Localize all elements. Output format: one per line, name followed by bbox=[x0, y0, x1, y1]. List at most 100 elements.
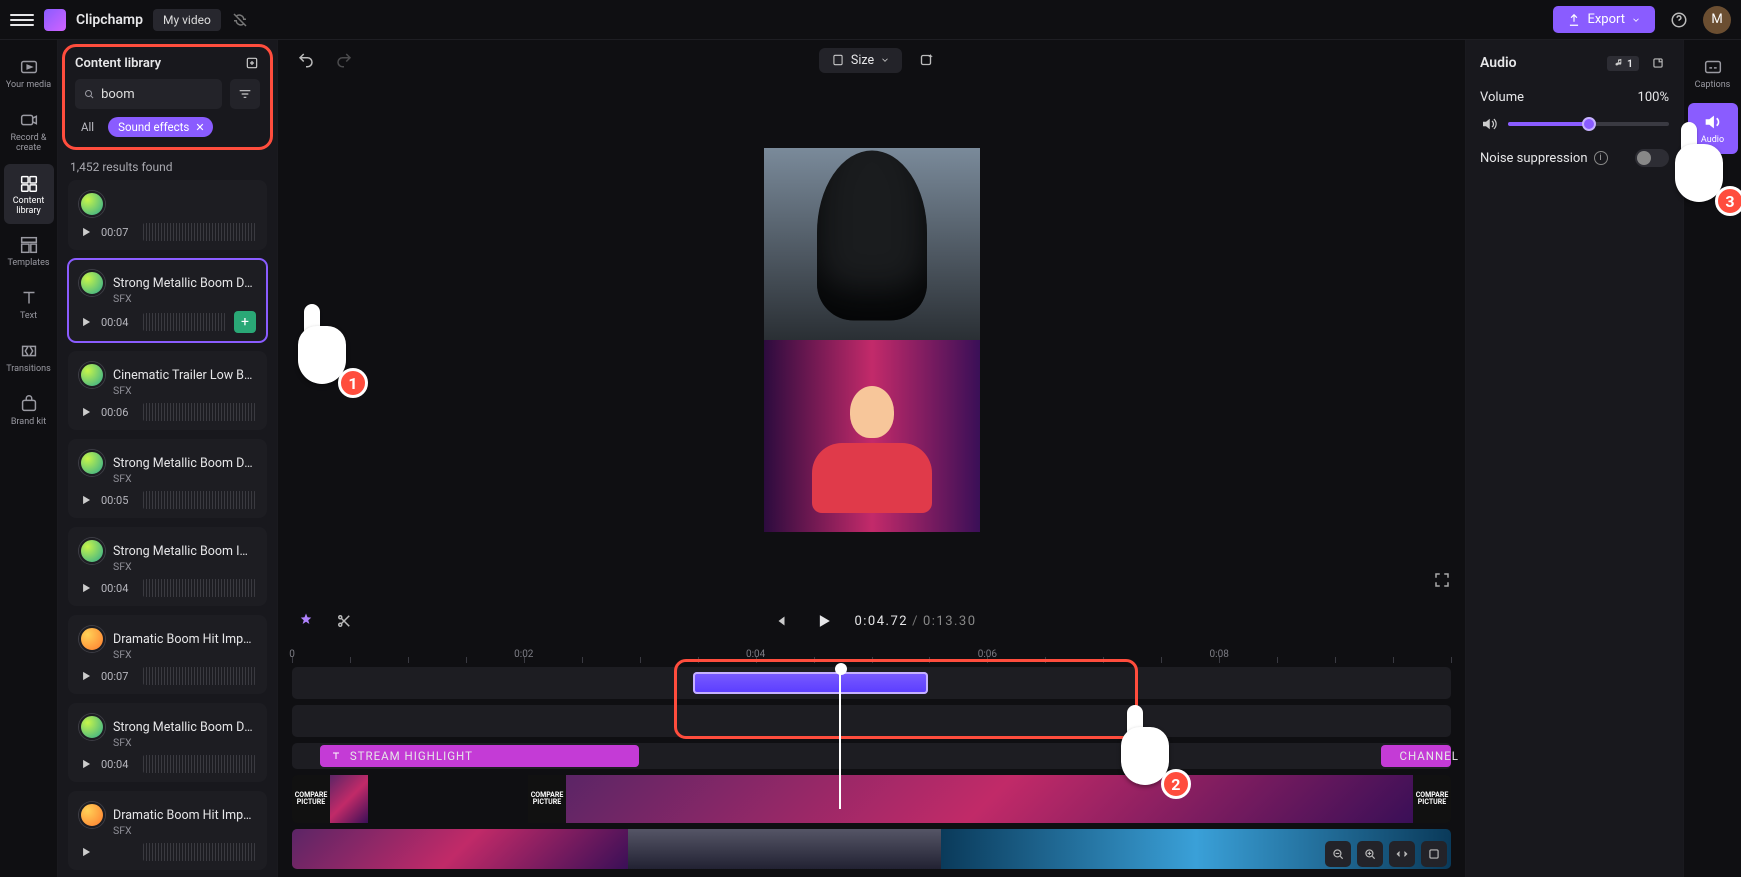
nav-brand-kit[interactable]: Brand kit bbox=[4, 385, 54, 436]
result-title: Strong Metallic Boom Drum Hit bbox=[113, 720, 256, 735]
result-card[interactable]: Strong Metallic Boom ImpactSFX00:04 bbox=[68, 527, 267, 606]
size-selector[interactable]: Size bbox=[819, 48, 902, 73]
play-preview-button[interactable] bbox=[79, 845, 93, 859]
result-title: Cinematic Trailer Low Boom bbox=[113, 368, 256, 383]
text-track[interactable]: STREAM HIGHLIGHT CHANNEL bbox=[292, 743, 1451, 769]
result-duration: 00:04 bbox=[101, 758, 135, 771]
video-clip[interactable] bbox=[566, 775, 1413, 823]
preview-canvas[interactable] bbox=[764, 148, 980, 532]
result-card[interactable]: Dramatic Boom Hit ImpactSFX00:07 bbox=[68, 615, 267, 694]
tool-audio[interactable]: Audio bbox=[1688, 103, 1738, 154]
chip-sound-effects[interactable]: Sound effects ✕ bbox=[108, 117, 212, 137]
zoom-in-button[interactable] bbox=[1357, 841, 1383, 867]
undo-button[interactable] bbox=[292, 46, 320, 74]
play-preview-button[interactable] bbox=[79, 493, 93, 507]
zoom-fit-button[interactable] bbox=[1389, 841, 1415, 867]
library-title: Content library bbox=[75, 56, 161, 71]
result-subtitle: SFX bbox=[113, 824, 256, 837]
timeline-settings-button[interactable] bbox=[1421, 841, 1447, 867]
detach-button[interactable] bbox=[1647, 52, 1669, 74]
info-icon[interactable]: i bbox=[1594, 151, 1608, 165]
volume-value: 100% bbox=[1638, 90, 1669, 105]
result-title: Strong Metallic Boom Drum Hit bbox=[113, 456, 256, 471]
play-preview-button[interactable] bbox=[79, 315, 93, 329]
play-preview-button[interactable] bbox=[79, 581, 93, 595]
result-card[interactable]: Strong Metallic Boom Drum HitSFX00:04 bbox=[68, 703, 267, 782]
magic-button[interactable] bbox=[912, 46, 940, 74]
play-button[interactable] bbox=[810, 607, 838, 635]
export-button[interactable]: Export bbox=[1553, 6, 1655, 33]
nav-your-media[interactable]: Your media bbox=[4, 48, 54, 99]
text-icon bbox=[330, 750, 342, 762]
redo-button[interactable] bbox=[330, 46, 358, 74]
sync-off-icon bbox=[231, 11, 249, 29]
search-input-wrap[interactable] bbox=[75, 79, 222, 109]
time-ruler[interactable]: 00:020:040:060:08 bbox=[292, 643, 1451, 663]
play-preview-button[interactable] bbox=[79, 669, 93, 683]
sfx-badge-icon bbox=[79, 626, 105, 652]
project-name[interactable]: My video bbox=[153, 9, 221, 31]
result-list[interactable]: 00:07Strong Metallic Boom Drum HitSFX00:… bbox=[58, 176, 277, 877]
auto-button[interactable] bbox=[292, 607, 320, 635]
add-to-timeline-button[interactable]: + bbox=[234, 311, 256, 333]
brand-name: Clipchamp bbox=[76, 12, 143, 28]
chip-all[interactable]: All bbox=[75, 117, 100, 137]
prev-frame-button[interactable] bbox=[766, 607, 794, 635]
search-input[interactable] bbox=[101, 87, 214, 102]
audio-clip-selected[interactable] bbox=[693, 672, 928, 694]
fullscreen-button[interactable] bbox=[1433, 571, 1451, 589]
text-clip-channel[interactable]: CHANNEL bbox=[1381, 745, 1451, 767]
video-track-2[interactable] bbox=[292, 829, 1451, 869]
sfx-badge-icon bbox=[79, 191, 105, 217]
result-title: Strong Metallic Boom Drum Hit bbox=[113, 276, 256, 291]
nav-record-create[interactable]: Record & create bbox=[4, 101, 54, 162]
menu-button[interactable] bbox=[10, 8, 34, 32]
audio-track-2[interactable]: Strong Metallic Boom Drum Hit 2 bbox=[292, 705, 1451, 737]
result-card[interactable]: Dramatic Boom Hit ImpactSFX bbox=[68, 791, 267, 870]
noise-suppression-toggle[interactable] bbox=[1635, 149, 1669, 167]
result-card[interactable]: 00:07 bbox=[68, 180, 267, 250]
library-expand-icon[interactable] bbox=[244, 55, 260, 71]
avatar[interactable]: M bbox=[1703, 6, 1731, 34]
result-card[interactable]: Strong Metallic Boom Drum HitSFX00:04+ bbox=[68, 259, 267, 342]
result-title: Strong Metallic Boom Impact bbox=[113, 544, 256, 559]
sfx-badge-icon bbox=[79, 538, 105, 564]
filter-button[interactable] bbox=[230, 79, 260, 109]
nav-transitions[interactable]: Transitions bbox=[4, 332, 54, 383]
result-card[interactable]: Strong Metallic Boom Drum HitSFX00:05 bbox=[68, 439, 267, 518]
volume-slider[interactable] bbox=[1508, 122, 1669, 126]
waveform-icon bbox=[143, 223, 256, 241]
export-label: Export bbox=[1587, 12, 1625, 27]
timeline[interactable]: 00:020:040:060:08 Strong Metallic Boom D… bbox=[278, 643, 1465, 877]
preview-bottom-clip bbox=[764, 340, 980, 532]
tool-captions[interactable]: Captions bbox=[1688, 48, 1738, 99]
video-track-1[interactable]: COMPARE PICTURE COMPARE PICTURE COMPARE … bbox=[292, 775, 1451, 823]
sfx-badge-icon bbox=[79, 270, 105, 296]
chip-remove-icon[interactable]: ✕ bbox=[195, 121, 204, 134]
speaker-icon[interactable] bbox=[1480, 115, 1498, 133]
playhead[interactable] bbox=[839, 667, 841, 809]
library-search-region: Content library All Sound effects ✕ bbox=[62, 44, 273, 150]
nav-content-library[interactable]: Content library bbox=[4, 164, 54, 225]
preview-top-clip bbox=[764, 148, 980, 340]
split-button[interactable] bbox=[330, 607, 358, 635]
nav-templates[interactable]: Templates bbox=[4, 226, 54, 277]
waveform-icon bbox=[143, 403, 256, 421]
audio-track-1[interactable] bbox=[292, 667, 1451, 699]
tool-speed[interactable]: Speed bbox=[1688, 158, 1738, 209]
result-subtitle: SFX bbox=[113, 292, 256, 305]
play-preview-button[interactable] bbox=[79, 405, 93, 419]
result-card[interactable]: Cinematic Trailer Low BoomSFX00:06 bbox=[68, 351, 267, 430]
sfx-badge-icon bbox=[79, 362, 105, 388]
play-preview-button[interactable] bbox=[79, 757, 93, 771]
nav-text[interactable]: Text bbox=[4, 279, 54, 330]
text-clip-stream-highlight[interactable]: STREAM HIGHLIGHT bbox=[320, 745, 639, 767]
waveform-icon bbox=[143, 755, 256, 773]
sfx-badge-icon bbox=[79, 714, 105, 740]
help-button[interactable] bbox=[1665, 6, 1693, 34]
results-count: 1,452 results found bbox=[58, 154, 277, 176]
zoom-out-button[interactable] bbox=[1325, 841, 1351, 867]
result-duration: 00:06 bbox=[101, 406, 135, 419]
waveform-icon bbox=[143, 579, 256, 597]
play-preview-button[interactable] bbox=[79, 225, 93, 239]
